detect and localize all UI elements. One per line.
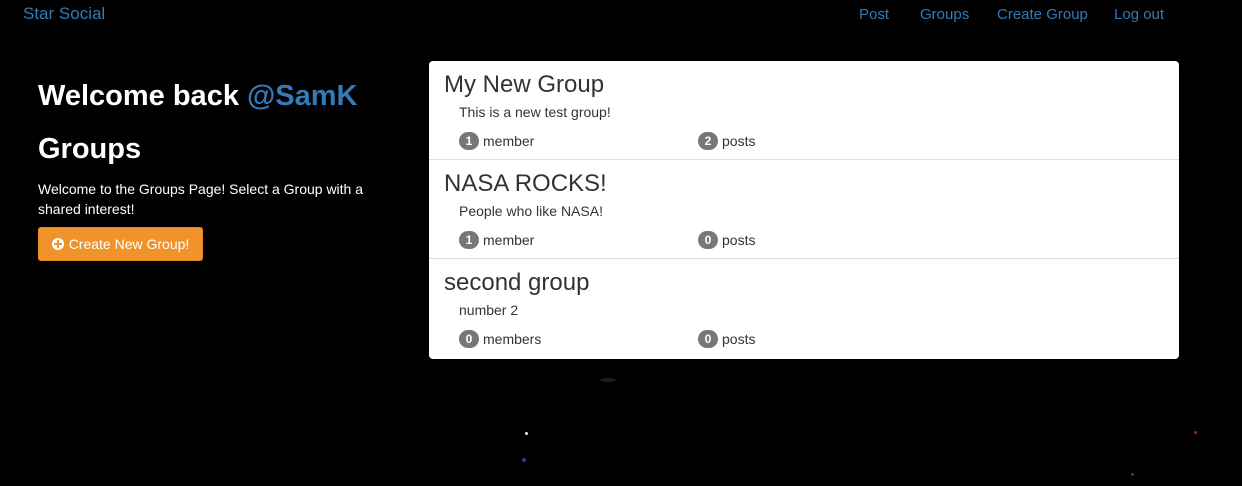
member-stat: 1 member: [459, 231, 534, 249]
groups-intro-text: Welcome to the Groups Page! Select a Gro…: [38, 181, 364, 217]
welcome-text: Welcome back: [38, 80, 248, 112]
create-new-group-button[interactable]: Create New Group!: [38, 227, 203, 261]
nav-create-group-link[interactable]: Create Group: [997, 6, 1088, 23]
post-stat: 0 posts: [698, 330, 755, 348]
post-label: posts: [722, 331, 756, 347]
star-speck: [1194, 431, 1197, 434]
post-count-badge: 2: [698, 132, 718, 150]
navbar: Star Social Post Groups Create Group Log…: [0, 0, 1242, 30]
group-description: This is a new test group!: [459, 104, 611, 120]
member-stat: 0 members: [459, 330, 541, 348]
nav-links: Post Groups Create Group Log out: [0, 6, 1242, 26]
create-new-group-label: Create New Group!: [68, 236, 190, 252]
member-stat: 1 member: [459, 132, 534, 150]
group-description: People who like NASA!: [459, 203, 603, 219]
member-label: member: [483, 232, 535, 248]
group-description: number 2: [459, 302, 519, 318]
welcome-heading: Welcome back @SamK: [38, 80, 358, 113]
star-speck: [600, 378, 616, 382]
plus-circle-icon: [51, 238, 64, 250]
star-speck: [1131, 473, 1134, 476]
group-item[interactable]: NASA ROCKS! People who like NASA! 1 memb…: [429, 160, 1179, 259]
member-label: members: [483, 331, 542, 347]
group-list: My New Group This is a new test group! 1…: [429, 61, 1179, 359]
star-speck: [522, 458, 526, 462]
post-stat: 2 posts: [698, 132, 755, 150]
page-title: Groups: [38, 133, 142, 165]
group-title: My New Group: [444, 71, 605, 98]
post-label: posts: [722, 232, 756, 248]
group-title: second group: [444, 269, 590, 296]
group-title: NASA ROCKS!: [444, 170, 607, 197]
member-count-badge: 1: [459, 231, 479, 249]
star-speck: [525, 432, 528, 435]
member-count-badge: 0: [459, 330, 479, 348]
nav-groups-link[interactable]: Groups: [920, 6, 969, 23]
group-item[interactable]: second group number 2 0 members 0 posts: [429, 259, 1179, 358]
post-count-badge: 0: [698, 330, 718, 348]
nav-post-link[interactable]: Post: [859, 6, 889, 23]
group-item[interactable]: My New Group This is a new test group! 1…: [429, 61, 1179, 160]
member-label: member: [483, 133, 535, 149]
member-count-badge: 1: [459, 132, 479, 150]
post-count-badge: 0: [698, 231, 718, 249]
post-stat: 0 posts: [698, 231, 755, 249]
username: @SamK: [247, 80, 358, 112]
nav-logout-link[interactable]: Log out: [1114, 6, 1164, 23]
post-label: posts: [722, 133, 756, 149]
